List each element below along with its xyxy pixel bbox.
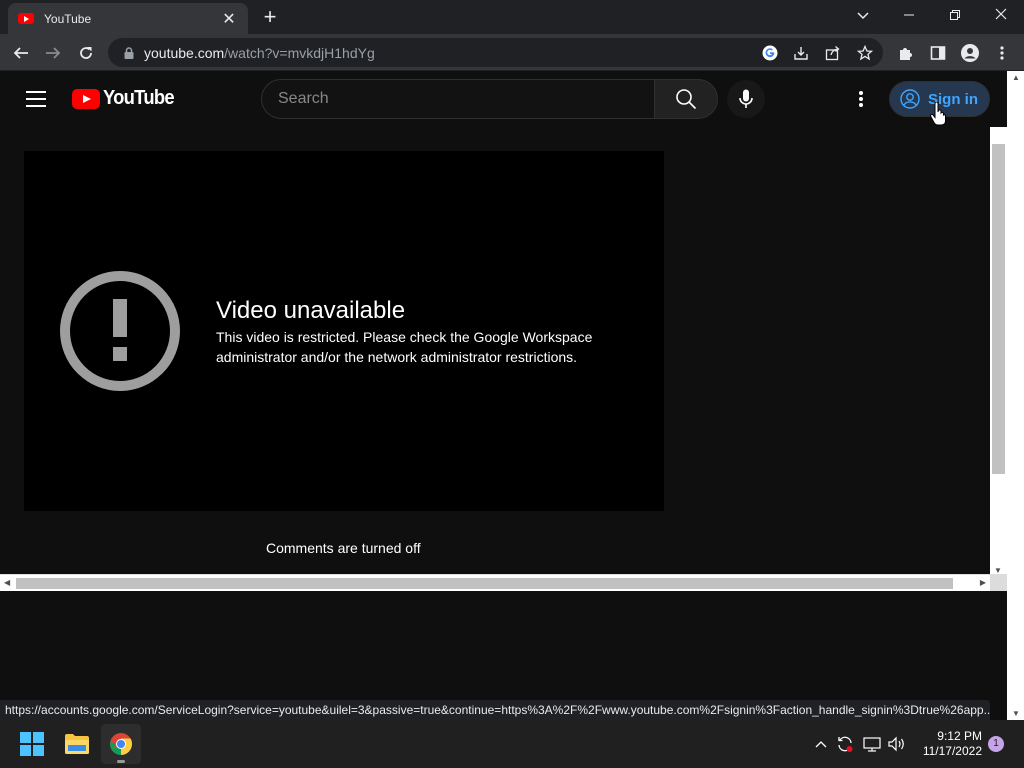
notification-badge[interactable]: 1 bbox=[988, 736, 1004, 752]
comments-status: Comments are turned off bbox=[266, 540, 421, 556]
error-message: This video is restricted. Please check t… bbox=[216, 329, 593, 365]
folder-icon bbox=[65, 734, 89, 754]
page-vertical-scrollbar[interactable]: ▼ bbox=[990, 127, 1007, 577]
window-vertical-scrollbar[interactable]: ▲ ▼ bbox=[1007, 71, 1024, 720]
restore-button[interactable] bbox=[932, 0, 978, 30]
google-lens-icon[interactable] bbox=[760, 43, 780, 63]
browser-tab-youtube[interactable]: YouTube ✕ bbox=[8, 3, 248, 34]
youtube-page: YouTube Sign in Video bbox=[0, 71, 1024, 592]
account-circle-icon bbox=[900, 89, 920, 109]
show-hidden-icons-chevron-up-icon[interactable] bbox=[811, 734, 831, 754]
url-host: youtube.com bbox=[144, 44, 225, 61]
settings-more-icon[interactable] bbox=[851, 89, 871, 109]
scrollbar-corner bbox=[990, 574, 1007, 591]
youtube-play-icon bbox=[72, 88, 100, 109]
start-button[interactable] bbox=[12, 724, 52, 764]
link-status-bar: https://accounts.google.com/ServiceLogin… bbox=[0, 700, 990, 720]
install-app-icon[interactable] bbox=[791, 43, 811, 63]
address-bar[interactable]: youtube.com/watch?v=mvkdjH1hdYg bbox=[108, 38, 883, 67]
back-button[interactable] bbox=[8, 40, 34, 66]
scrollbar-thumb[interactable] bbox=[992, 144, 1005, 474]
lock-icon[interactable] bbox=[114, 46, 144, 59]
search-input[interactable] bbox=[278, 90, 654, 108]
window-scroll-down-arrow-icon[interactable]: ▼ bbox=[1012, 709, 1020, 718]
youtube-wordmark: YouTube bbox=[103, 87, 175, 109]
chrome-taskbar-button[interactable] bbox=[101, 724, 141, 764]
file-explorer-button[interactable] bbox=[57, 724, 97, 764]
profile-avatar-icon[interactable] bbox=[957, 40, 983, 66]
url-text: youtube.com/watch?v=mvkdjH1hdYg bbox=[144, 45, 375, 61]
window-scroll-up-arrow-icon[interactable]: ▲ bbox=[1012, 73, 1020, 82]
close-window-button[interactable] bbox=[978, 0, 1024, 30]
windows-logo-icon bbox=[20, 732, 44, 756]
search-button[interactable] bbox=[654, 79, 718, 119]
browser-tab-strip: YouTube ✕ + bbox=[0, 0, 1024, 34]
taskbar-clock[interactable]: 9:12 PM 11/17/2022 bbox=[912, 729, 982, 759]
scroll-left-arrow-icon[interactable]: ◀ bbox=[4, 578, 10, 587]
tab-title: YouTube bbox=[44, 11, 92, 26]
side-panel-icon[interactable] bbox=[925, 40, 951, 66]
youtube-masthead: YouTube Sign in bbox=[0, 71, 990, 127]
tab-close-icon[interactable]: ✕ bbox=[220, 9, 238, 29]
alert-exclamation-icon bbox=[60, 271, 180, 391]
video-player[interactable]: Video unavailable This video is restrict… bbox=[24, 151, 664, 511]
horizontal-scrollbar-thumb[interactable] bbox=[16, 578, 953, 589]
volume-speaker-icon[interactable] bbox=[887, 734, 907, 754]
guide-menu-icon[interactable] bbox=[26, 91, 46, 107]
hand-cursor-icon bbox=[930, 102, 946, 126]
sync-update-icon[interactable] bbox=[835, 734, 855, 754]
voice-search-button[interactable] bbox=[727, 80, 765, 118]
chrome-logo-icon bbox=[110, 733, 132, 755]
youtube-logo[interactable]: YouTube bbox=[72, 87, 180, 110]
bookmark-star-icon[interactable] bbox=[855, 43, 875, 63]
windows-taskbar: 9:12 PM 11/17/2022 1 bbox=[0, 720, 1024, 768]
clock-date: 11/17/2022 bbox=[922, 744, 982, 758]
minimize-button[interactable] bbox=[886, 0, 932, 30]
forward-button[interactable] bbox=[40, 40, 66, 66]
scroll-right-arrow-icon[interactable]: ▶ bbox=[980, 578, 986, 587]
search-box[interactable] bbox=[261, 79, 655, 119]
page-horizontal-scrollbar[interactable]: ◀ ▶ bbox=[0, 574, 990, 591]
microphone-icon bbox=[739, 89, 753, 108]
clock-time: 9:12 PM bbox=[937, 729, 982, 743]
share-icon[interactable] bbox=[823, 43, 843, 63]
extensions-puzzle-icon[interactable] bbox=[893, 40, 919, 66]
error-title: Video unavailable bbox=[216, 297, 406, 324]
network-icon[interactable] bbox=[862, 734, 882, 754]
reload-button[interactable] bbox=[73, 40, 99, 66]
tab-search-chevron-down-icon[interactable] bbox=[840, 0, 886, 30]
url-path: /watch?v=mvkdjH1hdYg bbox=[224, 44, 375, 61]
youtube-favicon-icon bbox=[18, 13, 34, 24]
new-tab-button[interactable]: + bbox=[258, 5, 282, 29]
chrome-menu-icon[interactable] bbox=[989, 40, 1015, 66]
search-icon bbox=[676, 89, 697, 110]
browser-toolbar: youtube.com/watch?v=mvkdjH1hdYg bbox=[0, 34, 1024, 71]
